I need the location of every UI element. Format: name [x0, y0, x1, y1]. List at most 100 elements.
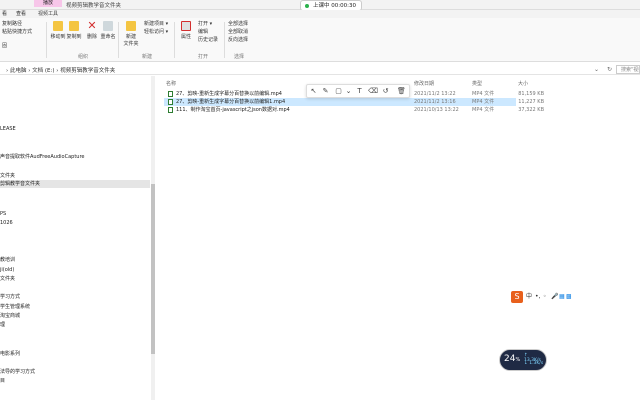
file-size: 81,159 KB	[518, 91, 544, 97]
column-header-date[interactable]: 修改日期	[414, 80, 434, 87]
tab-video-tools[interactable]: 视频工具	[38, 10, 58, 18]
column-header-type[interactable]: 类型	[472, 80, 482, 87]
eraser-tool-icon[interactable]: ⌫	[368, 87, 378, 96]
properties-label: 属性	[180, 34, 191, 40]
dropdown-icon[interactable]: ⌄	[594, 66, 599, 73]
invert-selection-button[interactable]: 反向选择	[228, 36, 248, 43]
shape-tool-icon[interactable]: ▢	[334, 87, 343, 96]
tab-view[interactable]: 查看	[16, 10, 26, 18]
ribbon-separator	[118, 22, 119, 58]
ribbon-tabs: 看 查看 视频工具	[0, 10, 640, 18]
sidebar-item[interactable]: 学习方式	[0, 293, 150, 301]
select-all-button[interactable]: 全部选择	[228, 20, 248, 27]
group-select-label: 选择	[234, 54, 245, 60]
file-date: 2021/11/2 13:16	[414, 99, 456, 105]
new-folder-label: 新建 文件夹	[123, 34, 139, 47]
column-header-name[interactable]: 名称	[166, 80, 176, 87]
file-name: 27、剪映-重新生成字幕分百替换以前编辑1.mp4	[176, 99, 286, 105]
network-speed-widget[interactable]: 24% ↑ 13.3K/s ↓ 1.3K/s	[499, 349, 547, 371]
new-item-button[interactable]: 新建项目 ▾	[144, 20, 168, 27]
new-folder-button[interactable]: 新建 文件夹	[120, 21, 142, 47]
shape-dropdown-icon[interactable]: ⌄	[344, 87, 353, 96]
history-button[interactable]: 历史记录	[198, 36, 218, 43]
file-name: 27、剪映-重新生成字幕分百替换以前编辑.mp4	[176, 91, 282, 97]
sidebar-item[interactable]: 电影系列	[0, 350, 150, 358]
file-row-selected[interactable]: 27、剪映-重新生成字幕分百替换以前编辑1.mp4 2021/11/2 13:1…	[164, 98, 544, 106]
refresh-icon[interactable]: ↻	[607, 66, 612, 73]
sidebar-item[interactable]: 目	[0, 377, 150, 385]
easy-access-button[interactable]: 轻松访问 ▾	[144, 28, 168, 35]
speed-unit: %	[515, 357, 521, 363]
skin-icon[interactable]: ▩	[566, 293, 572, 301]
file-date: 2021/11/2 13:22	[414, 91, 456, 97]
sidebar-item[interactable]: 文件夹	[0, 275, 150, 283]
sidebar-item[interactable]: 声音提取软件AudFreeAudioCapture	[0, 153, 150, 161]
rename-button[interactable]: 重命名	[98, 21, 118, 40]
sidebar-item[interactable]: 理	[0, 321, 150, 329]
tab-view-short[interactable]: 看	[2, 10, 7, 18]
sidebar-item-selected[interactable]: 剪辑教学音文件夹	[0, 180, 150, 188]
pin-label: 固	[2, 43, 8, 49]
open-button[interactable]: 打开 ▾	[198, 20, 212, 27]
ribbon-separator	[174, 22, 175, 58]
pointer-tool-icon[interactable]: ↖	[309, 87, 318, 96]
group-new-label: 新建	[142, 54, 153, 60]
select-none-button[interactable]: 全部取消	[228, 28, 248, 35]
address-bar: › 此电脑 › 文档 (E:) › 视频剪辑教学音文件夹 ⌄ ↻	[0, 64, 640, 75]
recording-label: 上课中 00:00:30	[313, 3, 356, 9]
search-input[interactable]: 搜索"视频剪辑	[616, 65, 640, 74]
ribbon-separator	[46, 22, 47, 58]
video-file-icon	[168, 99, 173, 105]
ribbon-separator	[224, 22, 225, 58]
navigation-pane: LEASE 声音提取软件AudFreeAudioCapture 文件夹 剪辑教学…	[0, 76, 155, 400]
sidebar-item[interactable]: LEASE	[0, 125, 150, 133]
file-type: MP4 文件	[472, 107, 495, 113]
speed-value: 24	[504, 354, 516, 364]
sidebar-scrollbar[interactable]	[151, 76, 155, 400]
column-header-size[interactable]: 大小	[518, 80, 528, 87]
file-type: MP4 文件	[472, 99, 495, 105]
undo-icon[interactable]: ↺	[381, 87, 390, 96]
sidebar-item[interactable]: 文件夹	[0, 172, 150, 180]
sidebar-item[interactable]: ji(old)	[0, 266, 150, 274]
sidebar-scroll-thumb[interactable]	[151, 184, 155, 354]
folder-move-icon	[53, 21, 63, 31]
sidebar-item[interactable]: 教培训	[0, 256, 150, 264]
sidebar-item[interactable]: 1026	[0, 219, 150, 227]
file-name: 111、制作淘宝首页-javascript之json数据对.mp4	[176, 107, 290, 113]
video-file-icon	[168, 107, 173, 113]
microphone-icon[interactable]: 🎤	[551, 293, 558, 301]
sidebar-item[interactable]: 法导的学习方式	[0, 368, 150, 376]
address-actions: ⌄ ↻	[594, 66, 612, 73]
rename-icon	[103, 21, 113, 31]
copy-to-button[interactable]: 复制到	[64, 21, 84, 40]
record-dot-icon	[305, 4, 309, 8]
group-open-label: 打开	[198, 54, 209, 60]
trash-icon[interactable]: 🗑	[397, 87, 406, 96]
keyboard-icon[interactable]: ▦	[559, 293, 565, 301]
sidebar-item[interactable]: 学生管理系统	[0, 303, 150, 311]
paste-shortcut-button[interactable]: 粘贴快捷方式	[2, 28, 32, 35]
ime-mode-chinese[interactable]: 中	[526, 293, 532, 301]
sidebar-item[interactable]: 淘宝商城	[0, 312, 150, 320]
file-size: 11,227 KB	[518, 99, 544, 105]
text-tool-icon[interactable]: T	[355, 87, 364, 96]
breadcrumb[interactable]: › 此电脑 › 文档 (E:) › 视频剪辑教学音文件夹	[6, 66, 115, 74]
punctuation-icon[interactable]: •,	[535, 293, 540, 301]
copy-path-button[interactable]: 复制路径	[2, 20, 22, 27]
ribbon: 复制路径 粘贴快捷方式 固 移动到 复制到 ✕ 删除 重命名 组织 新建 文件夹…	[0, 18, 640, 62]
context-tab-play[interactable]: 播放	[34, 0, 62, 7]
file-row[interactable]: 111、制作淘宝首页-javascript之json数据对.mp4 2021/1…	[164, 106, 544, 114]
new-folder-icon	[126, 21, 136, 31]
properties-button[interactable]: 属性	[176, 21, 196, 40]
video-file-icon	[168, 91, 173, 97]
edit-button[interactable]: 编辑	[198, 28, 208, 35]
download-speed: ↓ 1.3K/s	[524, 361, 544, 366]
sogou-logo-icon[interactable]: S	[511, 291, 523, 303]
window-title: 视频剪辑教学音文件夹	[66, 3, 122, 9]
sidebar-item[interactable]: PS	[0, 210, 150, 218]
file-list: 名称 修改日期 类型 大小 27、剪映-重新生成字幕分百替换以前编辑.mp4 2…	[160, 76, 640, 400]
pen-tool-icon[interactable]: ✎	[321, 87, 330, 96]
halfwidth-icon[interactable]: ◦	[543, 293, 547, 301]
rename-label: 重命名	[100, 34, 116, 40]
